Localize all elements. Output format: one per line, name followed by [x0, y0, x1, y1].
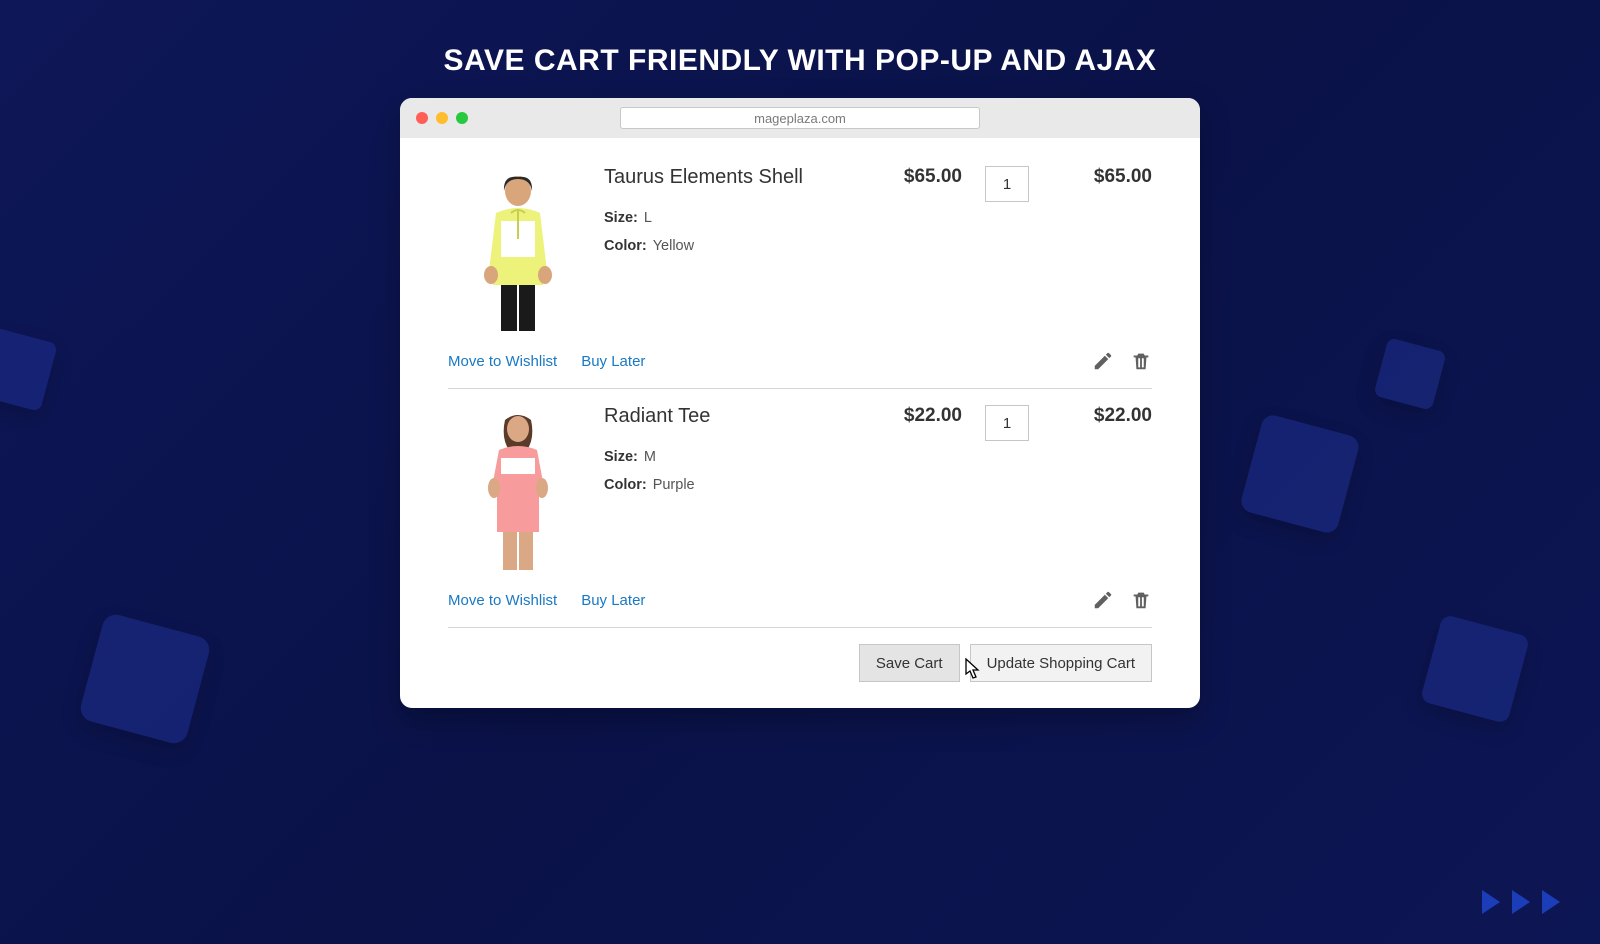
trash-icon[interactable] [1130, 350, 1152, 372]
buy-later-link[interactable]: Buy Later [581, 353, 645, 370]
minimize-window-icon[interactable] [436, 112, 448, 124]
buy-later-link[interactable]: Buy Later [581, 592, 645, 609]
browser-chrome: mageplaza.com [400, 98, 1200, 138]
save-cart-button[interactable]: Save Cart [859, 644, 960, 682]
size-value: L [644, 210, 652, 226]
size-label: Size: [604, 210, 638, 226]
move-to-wishlist-link[interactable]: Move to Wishlist [448, 592, 557, 609]
product-image[interactable] [448, 166, 588, 336]
cart-actions: Save Cart Update Shopping Cart [448, 628, 1152, 686]
edit-icon[interactable] [1092, 350, 1114, 372]
product-name[interactable]: Radiant Tee [604, 405, 872, 428]
size-value: M [644, 449, 656, 465]
url-bar[interactable]: mageplaza.com [620, 107, 980, 129]
qty-input[interactable] [985, 166, 1029, 202]
maximize-window-icon[interactable] [456, 112, 468, 124]
edit-icon[interactable] [1092, 589, 1114, 611]
bg-cube [0, 326, 58, 412]
bg-cube [78, 612, 213, 747]
bg-cube [1239, 413, 1361, 535]
product-image[interactable] [448, 405, 588, 575]
bg-triangles [1482, 890, 1560, 914]
trash-icon[interactable] [1130, 589, 1152, 611]
item-actions: Move to Wishlist Buy Later [448, 575, 1152, 628]
color-label: Color: [604, 477, 647, 493]
color-label: Color: [604, 238, 647, 254]
subtotal: $22.00 [1052, 405, 1152, 575]
bg-cube [1373, 337, 1446, 410]
subtotal: $65.00 [1052, 166, 1152, 336]
cursor-icon [962, 658, 980, 680]
size-label: Size: [604, 449, 638, 465]
window-controls [416, 112, 468, 124]
qty-input[interactable] [985, 405, 1029, 441]
cart-item: Radiant Tee Size: M Color: Purple $22.00 $… [448, 389, 1152, 575]
bg-cube [1420, 614, 1530, 724]
move-to-wishlist-link[interactable]: Move to Wishlist [448, 353, 557, 370]
browser-window: mageplaza.com Taurus Elements Shell [400, 98, 1200, 708]
item-actions: Move to Wishlist Buy Later [448, 336, 1152, 389]
unit-price: $65.00 [872, 166, 962, 336]
close-window-icon[interactable] [416, 112, 428, 124]
cart-item: Taurus Elements Shell Size: L Color: Yello… [448, 150, 1152, 336]
product-name[interactable]: Taurus Elements Shell [604, 166, 872, 189]
update-cart-button[interactable]: Update Shopping Cart [970, 644, 1152, 682]
color-value: Yellow [653, 238, 694, 254]
page-headline: SAVE CART FRIENDLY WITH POP-UP AND AJAX [0, 44, 1600, 78]
unit-price: $22.00 [872, 405, 962, 575]
cart-page: Taurus Elements Shell Size: L Color: Yello… [400, 138, 1200, 708]
color-value: Purple [653, 477, 695, 493]
